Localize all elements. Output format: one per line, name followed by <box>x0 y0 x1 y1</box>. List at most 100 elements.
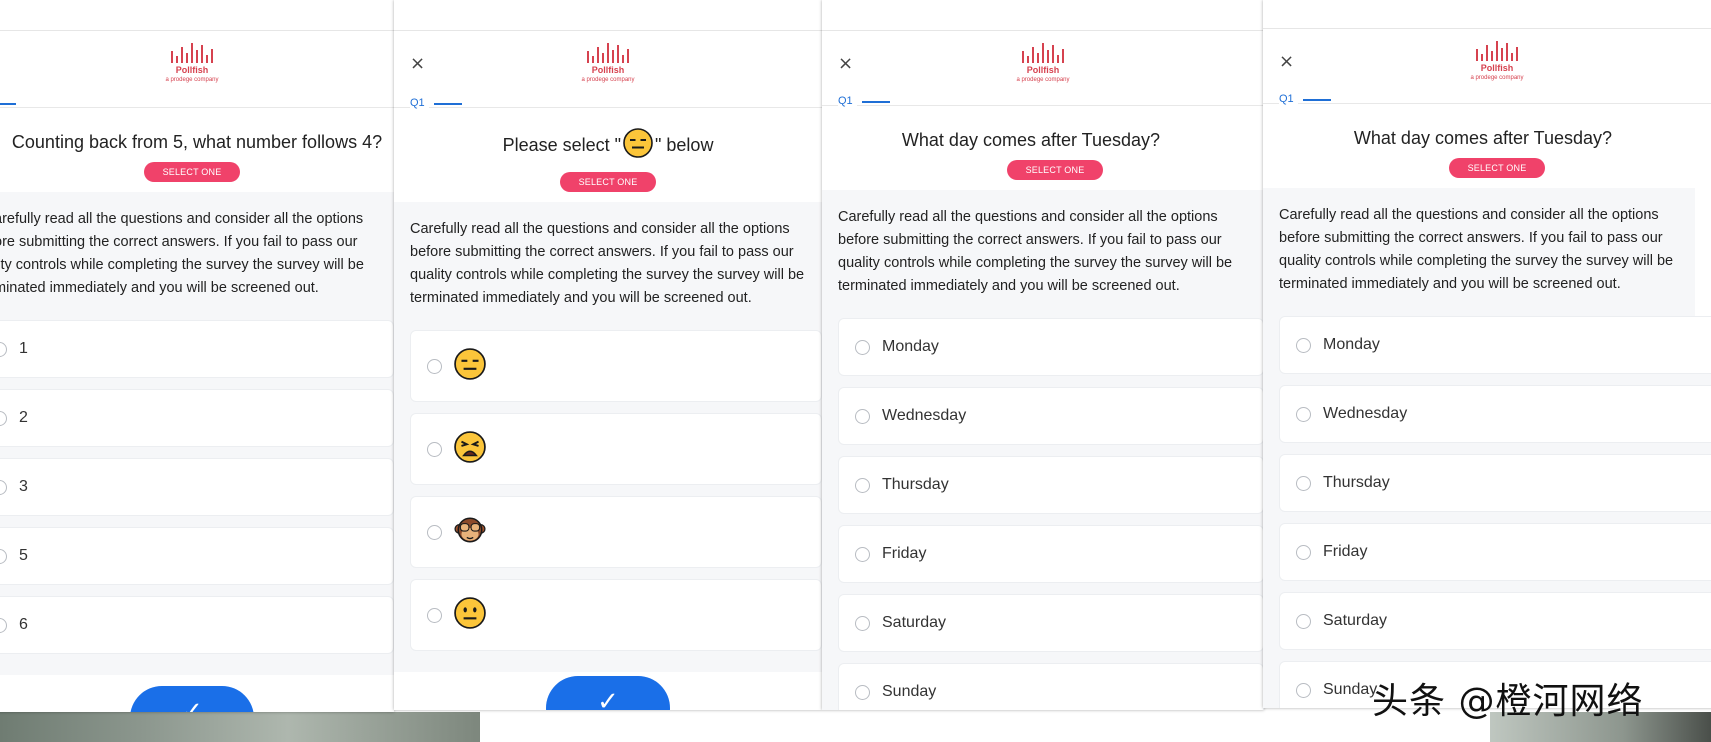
answer-option[interactable]: Monday <box>838 318 1264 376</box>
logo-bars-icon <box>568 41 648 63</box>
option-label: Friday <box>882 545 927 562</box>
close-icon[interactable]: × <box>1279 51 1294 72</box>
pollfish-logo: Pollfish a prodege company <box>1003 41 1083 84</box>
answer-option[interactable]: Thursday <box>838 456 1264 514</box>
answer-option[interactable] <box>410 413 822 485</box>
question-number: Q1 <box>838 95 857 107</box>
answer-option[interactable] <box>410 330 822 402</box>
logo-bars-icon <box>152 41 232 63</box>
answer-options: Monday Wednesday Thursday Friday Saturda… <box>822 318 1264 710</box>
radio-button[interactable] <box>0 548 7 564</box>
radio-button[interactable] <box>427 358 442 374</box>
radio-button[interactable] <box>1296 406 1311 422</box>
answer-options: Monday Wednesday Thursday Friday Saturda… <box>1263 316 1711 708</box>
survey-header: × Pollfish a prodege company <box>1263 29 1711 104</box>
radio-button[interactable] <box>855 684 870 700</box>
logo-bars-icon <box>1003 41 1083 63</box>
logo-bars-icon <box>1457 39 1537 61</box>
answer-option[interactable]: 3 <box>0 458 394 516</box>
answer-option[interactable]: Saturday <box>1279 592 1711 650</box>
progress-bar <box>434 103 462 105</box>
survey-header: Pollfish a prodege company <box>0 31 394 108</box>
progress-bar <box>1303 99 1331 101</box>
background-photo-left <box>0 712 480 742</box>
question-text: What day comes after Tuesday? <box>1353 128 1613 148</box>
survey-panel-4: × Pollfish a prodege company Q1 What day… <box>1263 0 1711 708</box>
radio-button[interactable] <box>0 410 7 426</box>
answer-option[interactable]: Wednesday <box>1279 385 1711 443</box>
answer-option[interactable]: Monday <box>1279 316 1711 374</box>
answer-option[interactable]: Friday <box>838 525 1264 583</box>
answer-option[interactable] <box>410 579 822 651</box>
close-icon[interactable]: × <box>838 53 853 74</box>
answer-option[interactable]: Thursday <box>1279 454 1711 512</box>
answer-option[interactable]: 1 <box>0 320 394 378</box>
option-label: 1 <box>19 340 28 357</box>
submit-button[interactable]: ✓ <box>546 676 670 710</box>
radio-button[interactable] <box>855 546 870 562</box>
option-label: 6 <box>19 616 28 633</box>
radio-button[interactable] <box>1296 544 1311 560</box>
logo-name: Pollfish <box>175 65 209 75</box>
option-label: Thursday <box>882 476 949 493</box>
option-label: Wednesday <box>1323 405 1408 422</box>
answer-options: 1 2 3 5 6 <box>0 320 394 675</box>
answer-option[interactable]: Friday <box>1279 523 1711 581</box>
neutral-face-icon <box>454 596 486 634</box>
answer-option[interactable]: 5 <box>0 527 394 585</box>
close-icon[interactable]: × <box>410 53 425 74</box>
select-one-badge: SELECT ONE <box>560 172 656 192</box>
logo-tagline: a prodege company <box>1016 77 1070 83</box>
radio-button[interactable] <box>427 524 442 540</box>
option-label: Monday <box>882 338 939 355</box>
option-label: Thursday <box>1323 474 1390 491</box>
select-one-badge: SELECT ONE <box>1007 160 1103 180</box>
answer-option[interactable]: Wednesday <box>838 387 1264 445</box>
radio-button[interactable] <box>0 479 7 495</box>
radio-button[interactable] <box>0 341 7 357</box>
question-text: Please select " " below <box>394 108 822 164</box>
instructions-note: Carefully read all the questions and con… <box>394 202 822 330</box>
answer-option[interactable]: Sunday <box>838 663 1264 710</box>
answer-option[interactable] <box>410 496 822 568</box>
logo-name: Pollfish <box>1026 65 1060 75</box>
option-label: Friday <box>1323 543 1368 560</box>
option-label: Sunday <box>1323 681 1378 698</box>
option-label: 2 <box>19 409 28 426</box>
answer-option[interactable]: 2 <box>0 389 394 447</box>
radio-button[interactable] <box>1296 475 1311 491</box>
question-text: What day comes after Tuesday? <box>901 130 1161 150</box>
radio-button[interactable] <box>855 615 870 631</box>
radio-button[interactable] <box>1296 682 1311 698</box>
logo-name: Pollfish <box>1480 63 1514 73</box>
answer-options <box>394 330 822 672</box>
radio-button[interactable] <box>855 408 870 424</box>
radio-button[interactable] <box>855 339 870 355</box>
radio-button[interactable] <box>855 477 870 493</box>
window-topbar <box>0 0 394 31</box>
option-label: Sunday <box>882 683 937 700</box>
pollfish-logo: Pollfish a prodege company <box>152 41 232 84</box>
window-topbar <box>394 0 822 31</box>
radio-button[interactable] <box>1296 613 1311 629</box>
answer-option[interactable]: 6 <box>0 596 394 654</box>
radio-button[interactable] <box>427 441 442 457</box>
option-label: 3 <box>19 478 28 495</box>
radio-button[interactable] <box>0 617 7 633</box>
radio-button[interactable] <box>427 607 442 623</box>
option-label: Monday <box>1323 336 1380 353</box>
expressionless-face-icon <box>454 347 486 385</box>
option-label: Saturday <box>1323 612 1388 629</box>
question-number: Q1 <box>1279 93 1298 105</box>
radio-button[interactable] <box>1296 337 1311 353</box>
answer-option[interactable]: Saturday <box>838 594 1264 652</box>
select-one-badge: SELECT ONE <box>144 162 240 182</box>
question-text: Counting back from 5, what number follow… <box>11 132 383 152</box>
select-one-badge: SELECT ONE <box>1449 158 1545 178</box>
pollfish-logo: Pollfish a prodege company <box>1457 39 1537 82</box>
watermark-text: 头条 @橙河网络 <box>1372 681 1644 722</box>
submit-button[interactable]: ✓ <box>130 686 254 712</box>
see-no-evil-monkey-icon <box>454 514 486 551</box>
option-label: 5 <box>19 547 28 564</box>
checkmark-icon: ✓ <box>597 686 619 710</box>
